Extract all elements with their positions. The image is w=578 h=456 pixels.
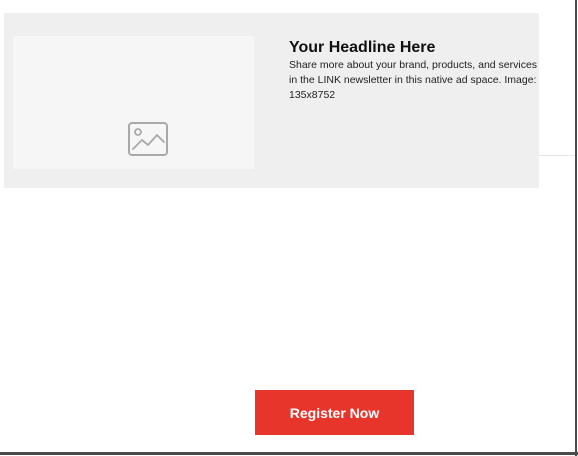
ad-image-placeholder[interactable] (13, 36, 254, 169)
frame-border-right (575, 0, 577, 456)
ad-headline[interactable]: Your Headline Here (289, 38, 541, 57)
image-placeholder-icon (128, 122, 168, 156)
divider (539, 155, 575, 156)
ad-body-text: Share more about your brand, products, a… (289, 59, 538, 101)
register-now-button[interactable]: Register Now (255, 390, 414, 435)
ad-text-block: Your Headline Here Share more about your… (289, 38, 541, 103)
frame-border-bottom (0, 452, 578, 455)
email-frame: Your Headline Here Share more about your… (0, 0, 578, 456)
